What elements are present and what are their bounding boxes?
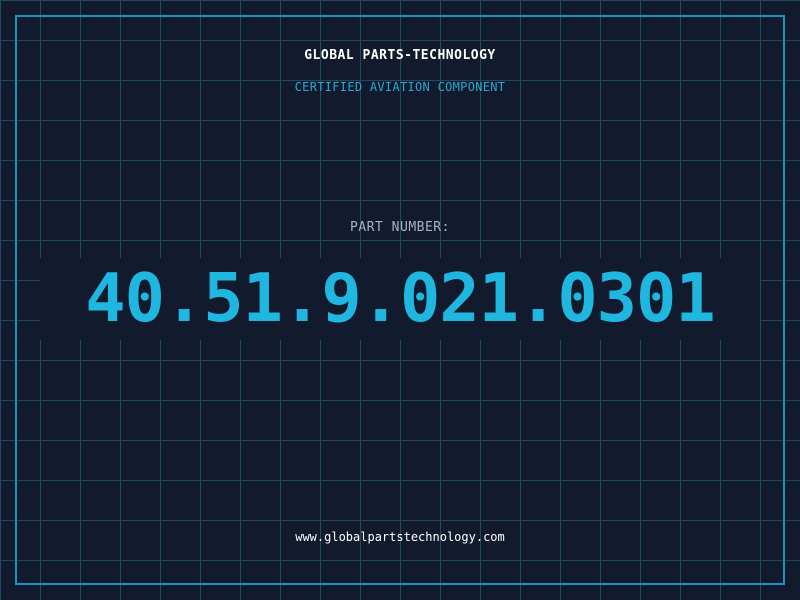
part-number-label: PART NUMBER:	[350, 220, 450, 235]
part-number-value: 40.51.9.021.0301	[85, 259, 715, 337]
certification-tagline: CERTIFIED AVIATION COMPONENT	[294, 80, 506, 94]
company-name: GLOBAL PARTS-TECHNOLOGY	[304, 48, 496, 63]
website-url: www.globalpartstechnology.com	[295, 530, 505, 544]
